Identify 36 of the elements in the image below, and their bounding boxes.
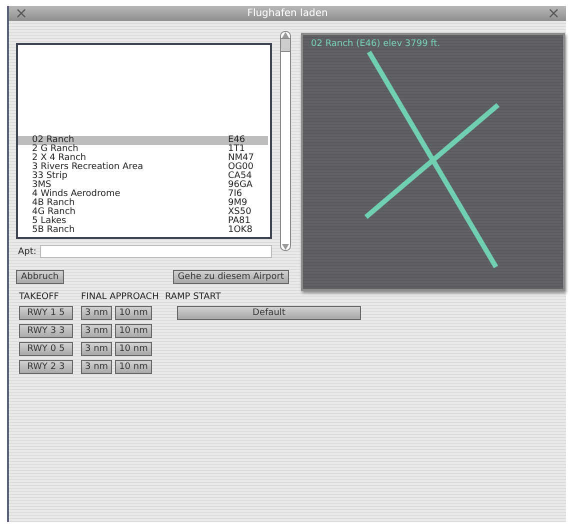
airport-list-item[interactable]: 2 X 4 Ranch NM47 — [18, 154, 268, 163]
scroll-down-icon[interactable] — [282, 244, 289, 250]
final-approach-header: FINAL APPROACH — [81, 293, 160, 302]
scroll-thumb[interactable] — [280, 38, 291, 52]
scrollbar[interactable] — [280, 31, 291, 251]
runway-takeoff-button[interactable]: RWY 1 5 — [19, 306, 73, 320]
ramp-start-button[interactable]: Default — [177, 306, 361, 320]
apt-label: Apt: — [18, 246, 36, 256]
ramp-start-header: RAMP START — [165, 293, 222, 302]
runway-takeoff-button[interactable]: RWY 3 3 — [19, 324, 73, 338]
airport-list-item[interactable]: 02 Ranch E46 — [18, 136, 268, 145]
airport-list-item[interactable]: 33 Strip CA54 — [18, 172, 268, 181]
takeoff-header: TAKEOFF — [19, 293, 60, 302]
airport-list-item[interactable]: 5B Ranch 1OK8 — [18, 226, 268, 235]
airport-list-item[interactable]: 4G Ranch XS50 — [18, 208, 268, 217]
approach-3nm-button[interactable]: 3 nm — [81, 306, 112, 320]
runway-takeoff-button[interactable]: RWY 2 3 — [19, 360, 73, 374]
cancel-button[interactable]: Abbruch — [16, 270, 64, 284]
airport-list-item[interactable]: 3 Rivers Recreation Area OG00 — [18, 163, 268, 172]
airport-list-item[interactable]: 4 Winds Aerodrome 7I6 — [18, 190, 268, 199]
apt-input-field[interactable] — [40, 245, 272, 258]
approach-3nm-button[interactable]: 3 nm — [81, 360, 112, 374]
go-to-airport-button[interactable]: Gehe zu diesem Airport — [172, 270, 289, 284]
runway-takeoff-button[interactable]: RWY 0 5 — [19, 342, 73, 356]
window-title: Flughafen laden — [247, 8, 328, 19]
approach-3nm-button[interactable]: 3 nm — [81, 324, 112, 338]
airport-list-item[interactable]: 2 G Ranch 1T1 — [18, 145, 268, 154]
airport-list-item[interactable]: 5 Lakes PA81 — [18, 217, 268, 226]
approach-3nm-button[interactable]: 3 nm — [81, 342, 112, 356]
airport-list-item[interactable]: 3MS 96GA — [18, 181, 268, 190]
approach-10nm-button[interactable]: 10 nm — [115, 306, 152, 320]
approach-10nm-button[interactable]: 10 nm — [115, 342, 152, 356]
approach-10nm-button[interactable]: 10 nm — [115, 360, 152, 374]
approach-10nm-button[interactable]: 10 nm — [115, 324, 152, 338]
airport-list-item[interactable]: 4B Ranch 9M9 — [18, 199, 268, 208]
airport-caption: 02 Ranch (E46) elev 3799 ft. — [311, 39, 440, 49]
